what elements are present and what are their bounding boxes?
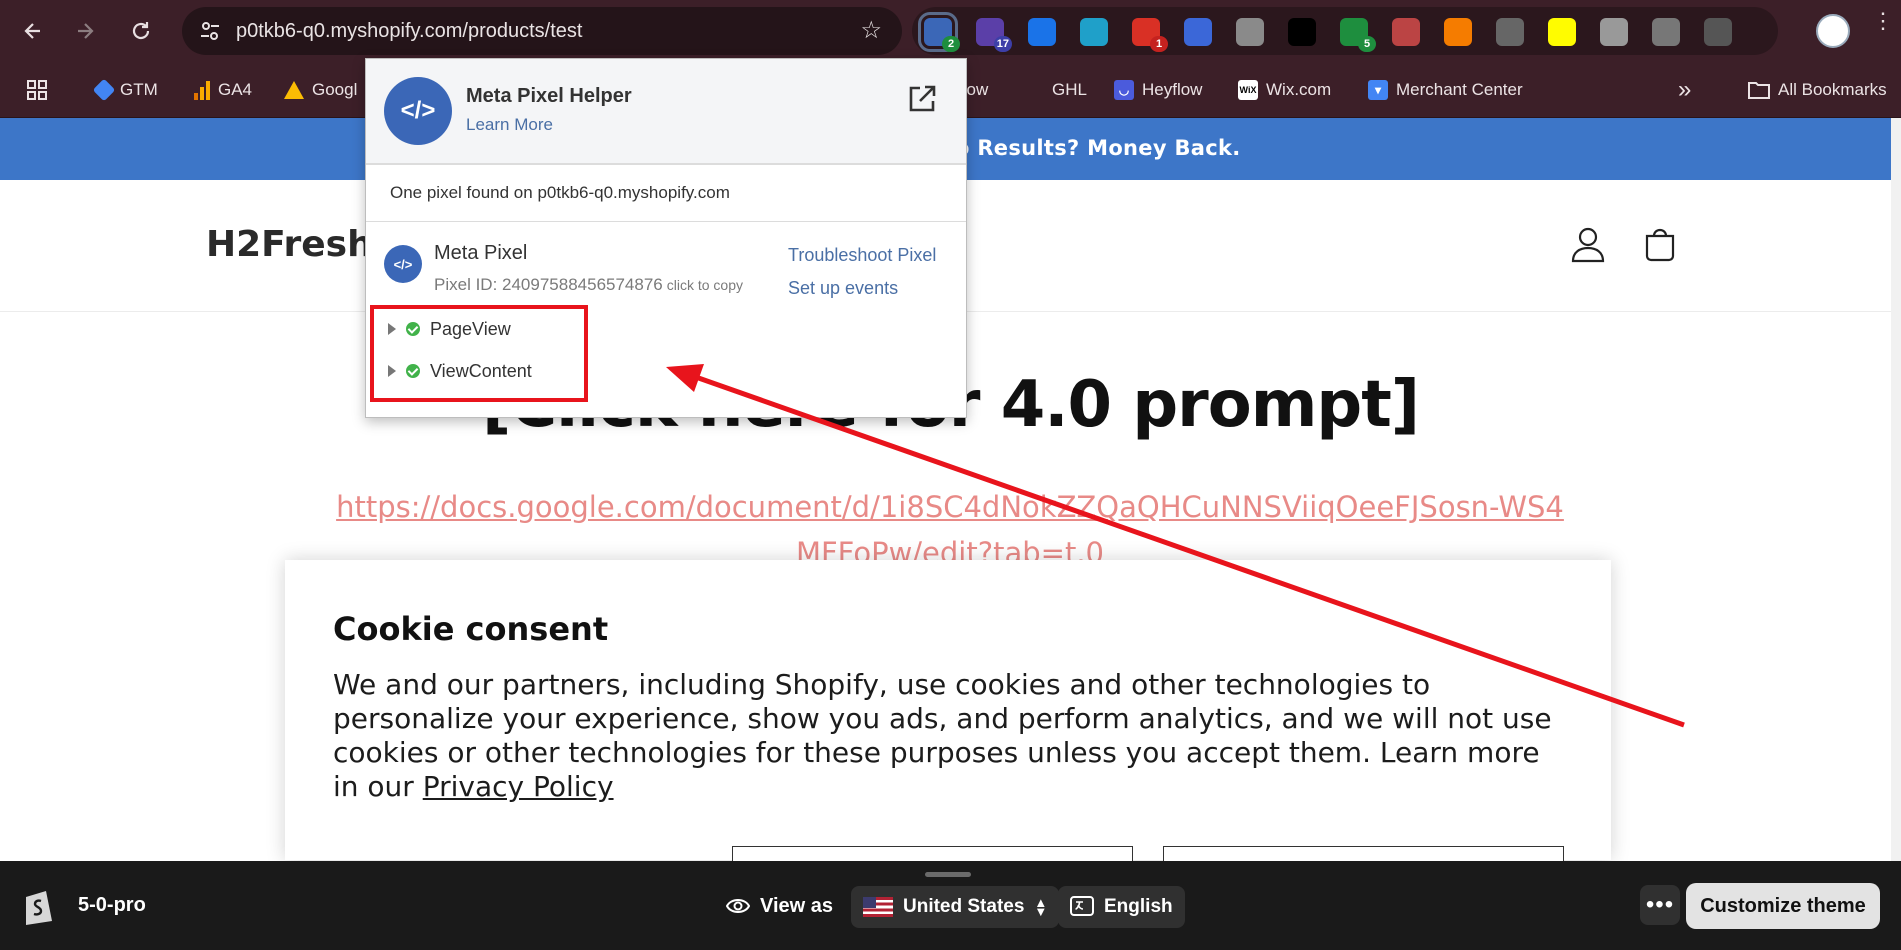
browser-toolbar: p0tkb6-q0.myshopify.com/products/test ☆ … [0, 0, 1901, 62]
ext-frame-icon[interactable] [1184, 18, 1212, 46]
customize-theme-button[interactable]: Customize theme [1686, 883, 1880, 929]
popup-header: </> Meta Pixel Helper Learn More [366, 59, 966, 165]
x-extension-icon[interactable] [1288, 18, 1316, 46]
heyflow-icon: ◡ [1114, 80, 1134, 100]
address-bar[interactable]: p0tkb6-q0.myshopify.com/products/test ☆ [182, 7, 902, 55]
ga4-icon [194, 80, 210, 100]
ext-blue-tag-icon[interactable] [1028, 18, 1056, 46]
announcement-text: o Results? Money Back. [955, 136, 1241, 160]
bookmark-label: GHL [1052, 80, 1087, 99]
pixel-name: Meta Pixel [434, 242, 528, 264]
eye-icon [726, 899, 750, 913]
chevron-updown-icon: ▲ ▼ [1034, 895, 1048, 919]
reddit-extension-icon[interactable] [1600, 18, 1628, 46]
bookmark-ghl[interactable]: GHL [1052, 62, 1087, 118]
view-as-text: View as [760, 894, 834, 917]
meta-pixel-icon: </> [384, 245, 422, 283]
copy-hint: click to copy [666, 277, 743, 293]
ext-u-icon[interactable] [1496, 18, 1524, 46]
page-scrollbar[interactable] [1891, 118, 1901, 861]
google-ads-icon [284, 81, 304, 99]
shopify-preview-bar: 5-0-pro View as United States ▲ ▼ English… [0, 861, 1901, 950]
language-label: English [1104, 896, 1173, 917]
extension-badge: 2 [942, 36, 960, 52]
pixel-found-text: One pixel found on p0tkb6-q0.myshopify.c… [390, 183, 730, 202]
open-external-icon[interactable] [906, 83, 938, 115]
ext-grey-icon[interactable] [1652, 18, 1680, 46]
snapchat-extension-icon[interactable] [1548, 18, 1576, 46]
more-options-button[interactable]: ••• [1640, 885, 1680, 925]
url-text[interactable]: p0tkb6-q0.myshopify.com/products/test [236, 20, 582, 43]
forward-button[interactable] [68, 14, 102, 48]
popup-divider [366, 221, 966, 222]
country-label: United States [903, 896, 1025, 917]
cart-icon[interactable] [1640, 224, 1680, 264]
all-bookmarks[interactable]: All Bookmarks [1748, 62, 1887, 118]
forward-arrow-icon [78, 23, 94, 39]
pixel-helper-logo-icon: </> [384, 77, 452, 145]
view-as-label: View as [726, 889, 833, 923]
folder-icon [1748, 82, 1770, 99]
back-arrow-icon [24, 23, 40, 39]
bookmark-label: Googl [312, 80, 358, 99]
bookmark-heyflow[interactable]: ◡ Heyflow [1114, 62, 1202, 118]
back-button[interactable] [16, 14, 50, 48]
extensions-puzzle-icon[interactable] [1704, 18, 1732, 46]
bookmark-label: Heyflow [1142, 80, 1203, 99]
shopify-logo-icon [26, 891, 52, 925]
privacy-policy-link[interactable]: Privacy Policy [423, 770, 614, 803]
language-selector[interactable]: English [1058, 886, 1185, 928]
ext-purple-icon[interactable]: 17 [976, 18, 1012, 52]
cookie-body: We and our partners, including Shopify, … [333, 668, 1573, 804]
pixel-id[interactable]: Pixel ID: 24097588456574876 click to copy [434, 275, 743, 295]
apps-icon[interactable] [26, 62, 48, 118]
site-info-icon[interactable] [198, 19, 222, 43]
store-logo[interactable]: H2Fresh [206, 224, 373, 265]
popup-title: Meta Pixel Helper [466, 85, 632, 107]
ext-search-icon[interactable] [1080, 18, 1108, 46]
bookmark-label: GA4 [218, 80, 253, 99]
ext-orange-icon[interactable] [1444, 18, 1472, 46]
bookmark-label: Wix.com [1266, 80, 1332, 99]
all-bookmarks-label: All Bookmarks [1778, 80, 1887, 99]
extension-badge: 17 [993, 36, 1012, 52]
bookmark-gtm[interactable]: GTM [92, 62, 158, 118]
meta-pixel-helper-extension-icon[interactable]: 2 [918, 12, 960, 52]
drag-handle[interactable] [925, 872, 971, 877]
bookmark-wix[interactable]: WiX Wix.com [1238, 62, 1331, 118]
extension-badge: 1 [1150, 36, 1168, 52]
cookie-consent-banner: Cookie consent We and our partners, incl… [285, 560, 1611, 886]
bookmark-star-icon[interactable]: ☆ [860, 16, 882, 45]
annotation-highlight-box [370, 305, 588, 402]
pixel-id-text: Pixel ID: 24097588456574876 [434, 275, 663, 294]
troubleshoot-pixel-link[interactable]: Troubleshoot Pixel [788, 245, 936, 266]
merchant-center-icon: ▾ [1368, 80, 1388, 100]
account-icon[interactable] [1568, 224, 1608, 264]
translate-icon [1070, 896, 1094, 916]
reload-button[interactable] [124, 14, 158, 48]
browser-menu-icon[interactable]: ⋮ [1872, 10, 1894, 32]
extension-badge: 5 [1358, 36, 1376, 52]
set-up-events-link[interactable]: Set up events [788, 278, 898, 299]
reload-icon [132, 22, 150, 40]
ext-link-icon[interactable] [1236, 18, 1264, 46]
bookmark-merchant-center[interactable]: ▾ Merchant Center [1368, 62, 1523, 118]
gtm-icon [92, 78, 116, 102]
bookmark-google-ads[interactable]: Googl [284, 62, 357, 118]
wix-icon: WiX [1238, 80, 1258, 100]
theme-name: 5-0-pro [78, 894, 146, 916]
bookmark-ga4[interactable]: GA4 [194, 62, 252, 118]
gmail-extension-icon[interactable]: 1 [1132, 18, 1168, 52]
bookmark-label: GTM [120, 80, 158, 99]
cookie-title: Cookie consent [333, 610, 609, 648]
learn-more-link[interactable]: Learn More [466, 115, 553, 135]
bookmark-label: Merchant Center [1396, 80, 1523, 99]
profile-avatar[interactable] [1816, 14, 1850, 48]
more-bookmarks-icon[interactable]: » [1678, 62, 1691, 118]
ext-screen-icon[interactable] [1392, 18, 1420, 46]
extensions-bar: 2 17 1 5 [912, 7, 1778, 55]
us-flag-icon [863, 897, 893, 917]
ext-green-icon[interactable]: 5 [1340, 18, 1376, 52]
country-selector[interactable]: United States ▲ ▼ [851, 886, 1060, 928]
